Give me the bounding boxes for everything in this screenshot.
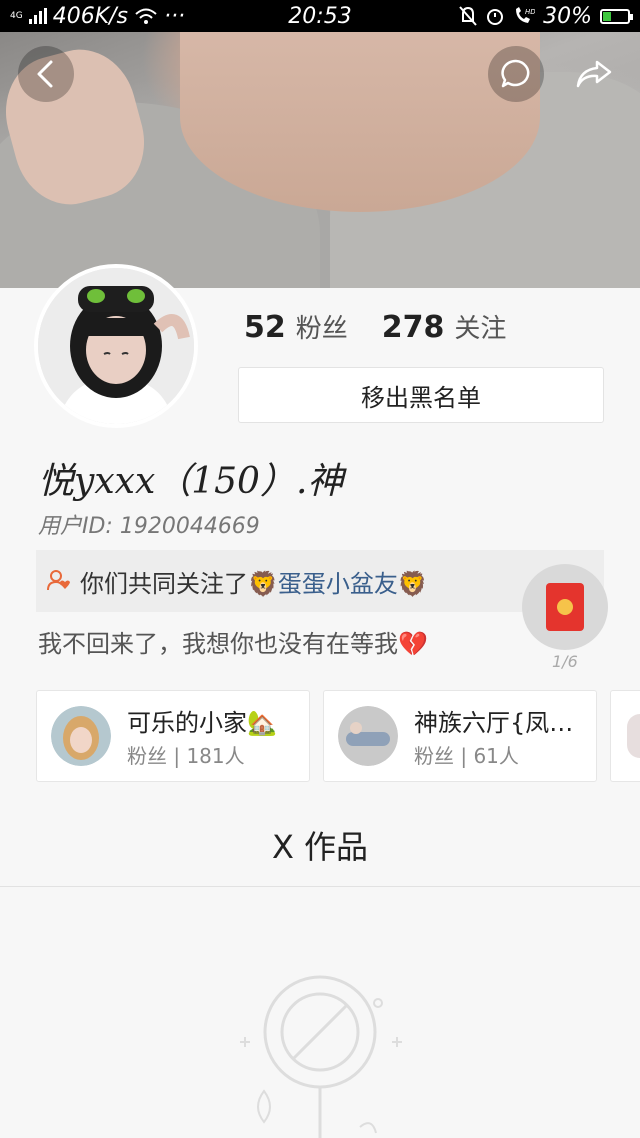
chevron-left-icon bbox=[37, 60, 53, 88]
avatar-image bbox=[38, 268, 194, 424]
friend-card[interactable]: 可乐的小家🏡 粉丝 | 181人 bbox=[36, 690, 310, 782]
back-button[interactable] bbox=[18, 46, 74, 102]
empty-state bbox=[0, 887, 640, 1138]
mutual-prefix: 你们共同关注了 bbox=[80, 569, 248, 598]
mute-bell-icon bbox=[459, 6, 477, 26]
friend-card[interactable]: 神族六厅{凤… 粉丝 | 61人 bbox=[323, 690, 597, 782]
alarm-icon bbox=[487, 9, 504, 25]
network-speed: 406K/s bbox=[52, 3, 128, 29]
wifi-icon bbox=[135, 8, 157, 24]
status-left: 4G 406K/s ··· bbox=[10, 4, 185, 29]
mutual-follow-bar[interactable]: 你们共同关注了 🦁蛋蛋小盆友🦁 bbox=[36, 550, 604, 612]
friend-avatar bbox=[338, 706, 398, 766]
status-right: HD 30% bbox=[459, 3, 633, 29]
following-count[interactable]: 278 bbox=[382, 310, 445, 345]
profile-stats: 52 粉丝 278 关注 bbox=[244, 308, 530, 345]
chat-bubble-icon bbox=[501, 59, 530, 88]
friend-card-partial[interactable] bbox=[610, 690, 640, 782]
friend-name: 神族六厅{凤… bbox=[414, 709, 574, 737]
cover-photo bbox=[0, 32, 640, 288]
battery-text: 30% bbox=[543, 3, 592, 29]
red-packet-button[interactable] bbox=[522, 564, 608, 650]
network-type: 4G bbox=[10, 10, 23, 21]
share-arrow-icon bbox=[576, 60, 612, 88]
friend-info: 神族六厅{凤… 粉丝 | 61人 bbox=[414, 703, 594, 769]
user-id: 用户ID: 1920044669 bbox=[38, 514, 260, 539]
friend-fans: 粉丝 | 61人 bbox=[414, 744, 519, 768]
battery-fill bbox=[603, 11, 611, 21]
share-button[interactable] bbox=[566, 46, 622, 102]
mutual-name-link[interactable]: 🦁蛋蛋小盆友🦁 bbox=[248, 564, 428, 599]
bio-text: 我不回来了，我想你也没有在等我💔 bbox=[38, 630, 428, 658]
mutual-people-icon bbox=[47, 570, 70, 591]
hd-call-icon: HD bbox=[516, 7, 535, 23]
works-title: X 作品 bbox=[271, 828, 369, 866]
fans-count[interactable]: 52 bbox=[244, 310, 286, 345]
fans-label[interactable]: 粉丝 bbox=[296, 308, 348, 345]
friend-info: 可乐的小家🏡 粉丝 | 181人 bbox=[127, 703, 307, 769]
friend-fans: 粉丝 | 181人 bbox=[127, 744, 245, 768]
friend-name: 可乐的小家🏡 bbox=[127, 709, 277, 737]
avatar[interactable] bbox=[34, 264, 198, 428]
empty-state-illustration bbox=[240, 975, 402, 1138]
battery-icon bbox=[600, 8, 633, 24]
following-label[interactable]: 关注 bbox=[454, 308, 506, 345]
svg-text:HD: HD bbox=[525, 8, 535, 16]
nickname: 悦yxxx（150）.神 bbox=[38, 461, 344, 502]
more-indicator: ··· bbox=[164, 3, 185, 29]
red-envelope-icon bbox=[546, 583, 584, 631]
unblock-button[interactable]: 移出黑名单 bbox=[238, 367, 604, 423]
friend-avatar bbox=[627, 714, 640, 758]
status-bar: 4G 406K/s ··· 20:53 HD 30% bbox=[0, 0, 640, 32]
comment-button[interactable] bbox=[488, 46, 544, 102]
signal-icon bbox=[28, 8, 47, 24]
friend-avatar bbox=[51, 706, 111, 766]
red-packet-count: 1/6 bbox=[552, 652, 578, 671]
